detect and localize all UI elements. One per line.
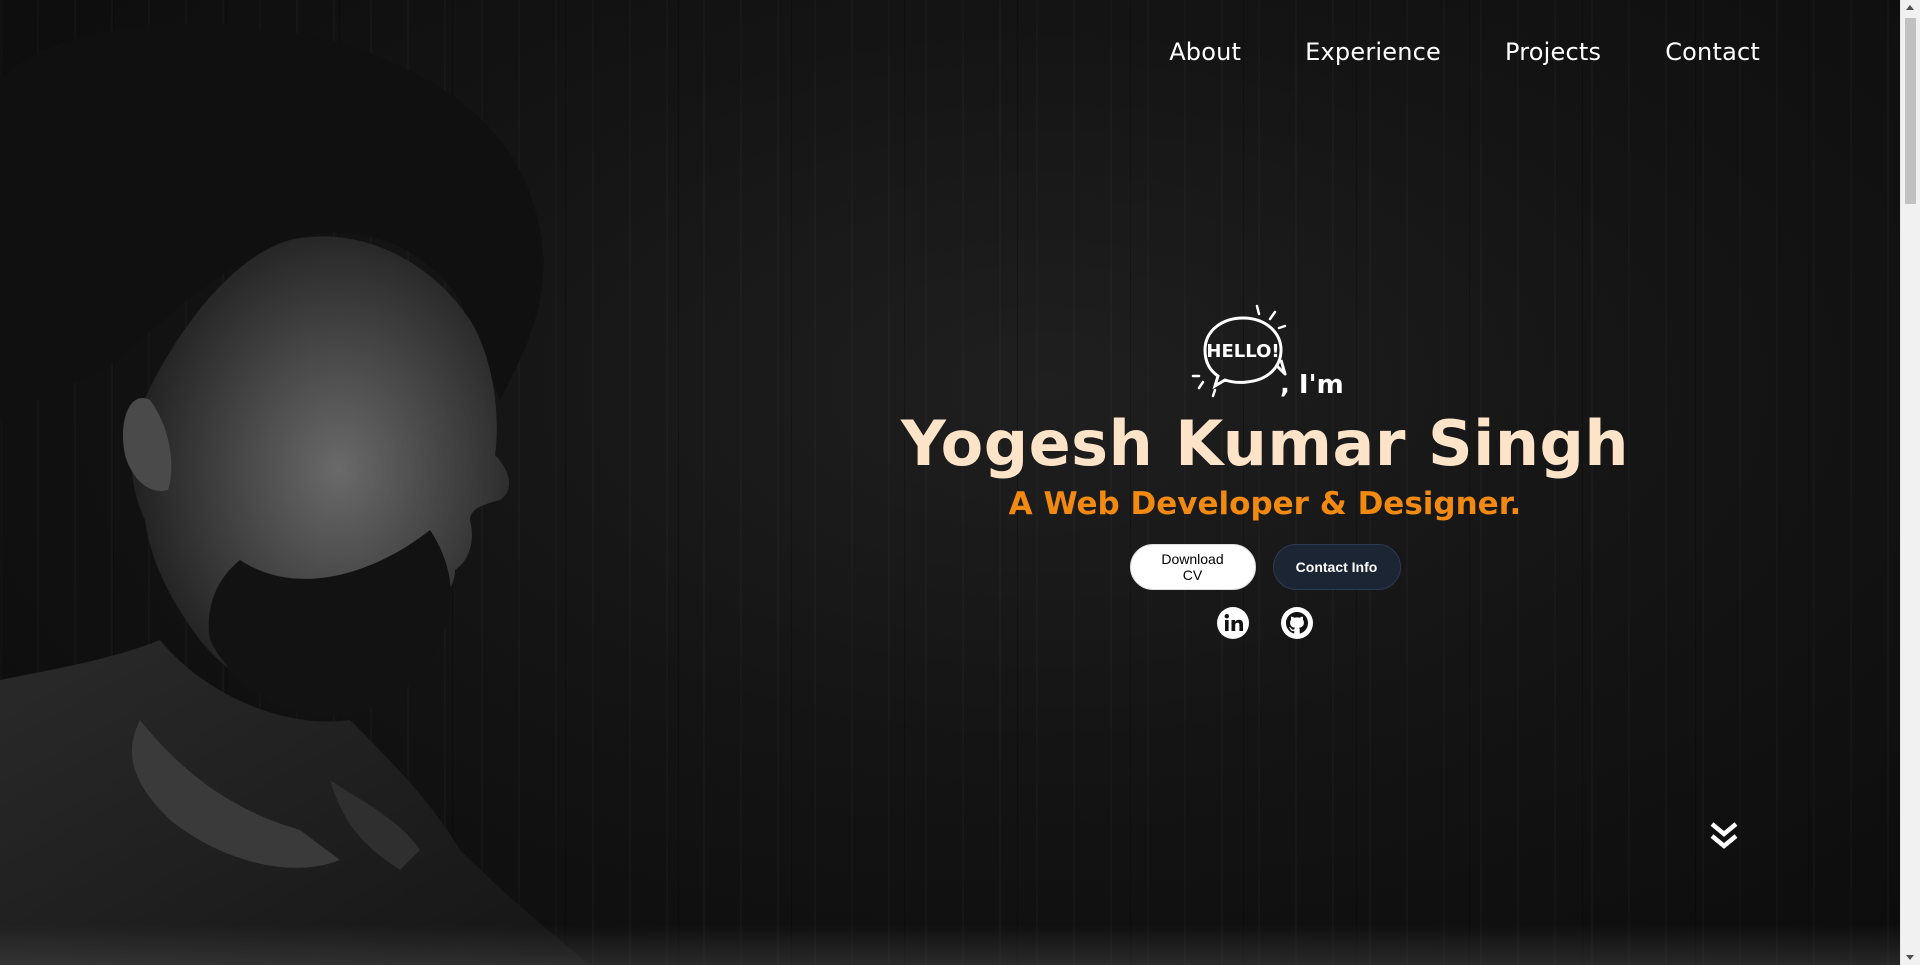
greeting-text: , I'm <box>1280 370 1344 400</box>
vertical-scrollbar[interactable] <box>1900 0 1920 965</box>
linkedin-icon[interactable] <box>1216 606 1250 640</box>
scroll-down-arrow-icon[interactable] <box>1906 955 1914 960</box>
hero-name: Yogesh Kumar Singh <box>900 407 1630 480</box>
hero-section: HELLO! , I'm Yogesh Kumar Singh A Web De… <box>900 300 1630 640</box>
nav-link-contact[interactable]: Contact <box>1665 38 1760 66</box>
portrait-photo <box>0 23 590 965</box>
github-icon[interactable] <box>1280 606 1314 640</box>
greeting-row: HELLO! , I'm <box>900 300 1630 405</box>
social-links <box>900 606 1630 640</box>
main-nav: About Experience Projects Contact <box>1169 38 1760 66</box>
scroll-down-chevron-icon[interactable] <box>1708 818 1740 858</box>
nav-link-projects[interactable]: Projects <box>1505 38 1601 66</box>
hello-speech-bubble-icon: HELLO! <box>1191 304 1287 398</box>
contact-info-button[interactable]: Contact Info <box>1272 544 1401 591</box>
download-cv-button[interactable]: Download CV <box>1129 544 1256 591</box>
scroll-up-arrow-icon[interactable] <box>1906 5 1914 10</box>
bottom-fade <box>0 925 1901 965</box>
hero-tagline: A Web Developer & Designer. <box>1008 486 1522 523</box>
hero-buttons: Download CV Contact Info <box>900 544 1630 591</box>
page: About Experience Projects Contact HELLO!… <box>0 0 1920 965</box>
nav-link-experience[interactable]: Experience <box>1305 38 1441 66</box>
nav-link-about[interactable]: About <box>1169 38 1241 66</box>
hello-badge-text: HELLO! <box>1206 341 1279 362</box>
scrollbar-thumb[interactable] <box>1905 18 1916 204</box>
